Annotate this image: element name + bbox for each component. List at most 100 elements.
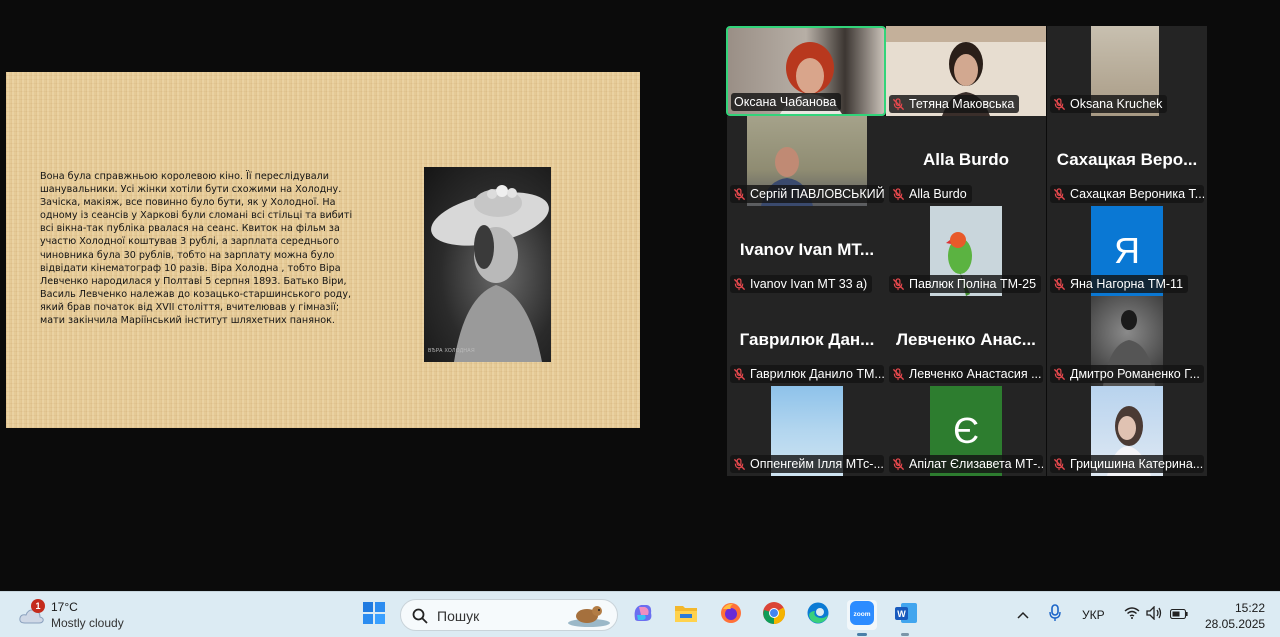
muted-microphone-icon: [733, 277, 746, 291]
participant-tile[interactable]: Оксана Чабанова: [726, 26, 886, 116]
muted-microphone-icon: [1053, 457, 1066, 471]
muted-microphone-icon: [733, 187, 746, 201]
muted-microphone-icon: [1053, 277, 1066, 291]
participants-gallery: Оксана Чабанова Тетяна Маковська Oksana Kr…: [725, 25, 1207, 476]
weather-widget[interactable]: 1 17°C Mostly cloudy: [14, 598, 144, 632]
battery-icon: [1169, 606, 1188, 624]
word-button[interactable]: W: [891, 600, 921, 636]
muted-microphone-icon: [1053, 367, 1066, 381]
participant-tile[interactable]: Alla Burdo Alla Burdo: [886, 116, 1046, 206]
participant-name-label: Апілат Єлизавета МТ-...: [889, 455, 1043, 473]
participant-name: Грицишина Катерина...: [1070, 457, 1204, 471]
battery-button[interactable]: [1164, 600, 1194, 630]
edge-icon: [806, 601, 830, 630]
participant-name: Alla Burdo: [909, 187, 967, 201]
search-placeholder: Пошук: [437, 608, 480, 624]
participant-name: Гаврилюк Данило ТМ...: [750, 367, 884, 381]
participant-name: Яна Нагорна ТМ-11: [1070, 277, 1184, 291]
active-app-indicator: [857, 633, 867, 636]
participant-tile[interactable]: Дмитро Романенко Г...: [1047, 296, 1207, 386]
temperature: 17°C: [51, 600, 78, 614]
participant-name-label: Oksana Kruchek: [1050, 95, 1168, 113]
weather-condition: Mostly cloudy: [51, 616, 124, 630]
participant-tile[interactable]: Ivanov Ivan MT... Ivanov Ivan MT 33 a): [727, 206, 887, 296]
participant-name-label: Сахацкая Вероника Т...: [1050, 185, 1204, 203]
participant-name-display: Левченко Анас...: [896, 330, 1036, 349]
participant-tile[interactable]: Я Яна Нагорна ТМ-11: [1047, 206, 1207, 296]
volume-icon: [1146, 604, 1164, 625]
participant-name-label: Дмитро Романенко Г...: [1050, 365, 1204, 383]
input-language[interactable]: УКР: [1082, 608, 1105, 622]
search-highlight-icon: [565, 602, 611, 633]
participant-tile[interactable]: Тетяна Маковська: [886, 26, 1046, 116]
participant-tile[interactable]: Гаврилюк Дан... Гаврилюк Данило ТМ...: [727, 296, 887, 386]
participant-name-label: Оппенгейм Ілля МТс-...: [730, 455, 884, 473]
copilot-button[interactable]: [628, 600, 658, 630]
microphone-tray-button[interactable]: [1040, 600, 1070, 630]
clock-date: 28.05.2025: [1205, 617, 1266, 631]
photo-caption: ВѢРА ХОЛОДНАЯ: [428, 348, 475, 354]
participant-tile[interactable]: Сахацкая Веро... Сахацкая Вероника Т...: [1047, 116, 1207, 206]
participant-name: Сергій ПАВЛОВСЬКИЙ: [750, 187, 884, 201]
zoom-button[interactable]: zoom: [847, 600, 877, 636]
participant-name: Оксана Чабанова: [734, 95, 837, 109]
search-icon: [412, 608, 428, 629]
taskbar-search[interactable]: Пошук: [400, 599, 618, 631]
participant-name-label: Гаврилюк Данило ТМ...: [730, 365, 884, 383]
running-app-indicator: [901, 633, 909, 636]
muted-microphone-icon: [892, 187, 905, 201]
participant-name: Левченко Анастасия ...: [909, 367, 1042, 381]
muted-microphone-icon: [892, 367, 905, 381]
slide-text: Вона була справжньою королевою кіно. Її …: [40, 171, 353, 327]
muted-microphone-icon: [1053, 187, 1066, 201]
participant-tile[interactable]: Оппенгейм Ілля МТс-...: [727, 386, 887, 476]
svg-text:zoom: zoom: [854, 611, 871, 618]
participant-name: Дмитро Романенко Г...: [1070, 367, 1200, 381]
clock[interactable]: 15:22 28.05.2025: [1205, 600, 1265, 632]
participant-name: Оппенгейм Ілля МТс-...: [750, 457, 884, 471]
muted-microphone-icon: [892, 277, 905, 291]
participant-tile[interactable]: Є Апілат Єлизавета МТ-...: [886, 386, 1046, 476]
edge-button[interactable]: [803, 600, 833, 630]
word-icon: W: [894, 601, 918, 630]
muted-microphone-icon: [733, 367, 746, 381]
copilot-icon: [631, 601, 655, 630]
chrome-icon: [762, 601, 786, 630]
participant-name-display: Ivanov Ivan MT...: [739, 240, 875, 259]
participant-name-label: Сергій ПАВЛОВСЬКИЙ: [730, 185, 884, 203]
chrome-button[interactable]: [759, 600, 789, 630]
participant-name: Oksana Kruchek: [1070, 97, 1163, 111]
firefox-icon: [719, 601, 743, 630]
microphone-icon: [1049, 603, 1061, 627]
participant-tile[interactable]: Грицишина Катерина...: [1047, 386, 1207, 476]
participant-name-display: Гаврилюк Дан...: [739, 330, 875, 349]
wifi-icon: [1124, 606, 1140, 624]
shared-slide: Вона була справжньою королевою кіно. Її …: [6, 72, 640, 428]
muted-microphone-icon: [892, 97, 905, 111]
slide-portrait-photo: ВѢРА ХОЛОДНАЯ: [424, 167, 551, 362]
participant-name: Павлюк Поліна ТМ-25: [909, 277, 1037, 291]
participant-name: Ivanov Ivan MT 33 a): [750, 277, 868, 291]
participant-tile[interactable]: Сергій ПАВЛОВСЬКИЙ: [727, 116, 887, 206]
participant-name: Тетяна Маковська: [909, 97, 1015, 111]
participant-name: Сахацкая Вероника Т...: [1070, 187, 1204, 201]
muted-microphone-icon: [733, 457, 746, 471]
participant-name: Апілат Єлизавета МТ-...: [909, 457, 1043, 471]
start-button[interactable]: [359, 600, 389, 630]
start-icon: [363, 601, 385, 629]
show-hidden-icons-button[interactable]: [1008, 600, 1038, 630]
zoom-icon: zoom: [850, 600, 874, 630]
zoom-meeting-window: Вона була справжньою королевою кіно. Її …: [0, 0, 1280, 637]
muted-microphone-icon: [892, 457, 905, 471]
firefox-button[interactable]: [716, 600, 746, 630]
participant-name-label: Грицишина Катерина...: [1050, 455, 1204, 473]
participant-tile[interactable]: Oksana Kruchek: [1047, 26, 1207, 116]
notification-badge: 1: [31, 599, 45, 613]
chevron-up-icon: [1017, 606, 1029, 624]
participant-tile[interactable]: Левченко Анас... Левченко Анастасия ...: [886, 296, 1046, 386]
file-explorer-button[interactable]: [671, 600, 701, 630]
clock-time: 15:22: [1234, 601, 1265, 615]
participant-tile[interactable]: Павлюк Поліна ТМ-25: [886, 206, 1046, 296]
participant-name-label: Тетяна Маковська: [889, 95, 1020, 113]
windows-taskbar: 1 17°C Mostly cloudy Пошук zoom W УКР 15…: [0, 591, 1280, 637]
